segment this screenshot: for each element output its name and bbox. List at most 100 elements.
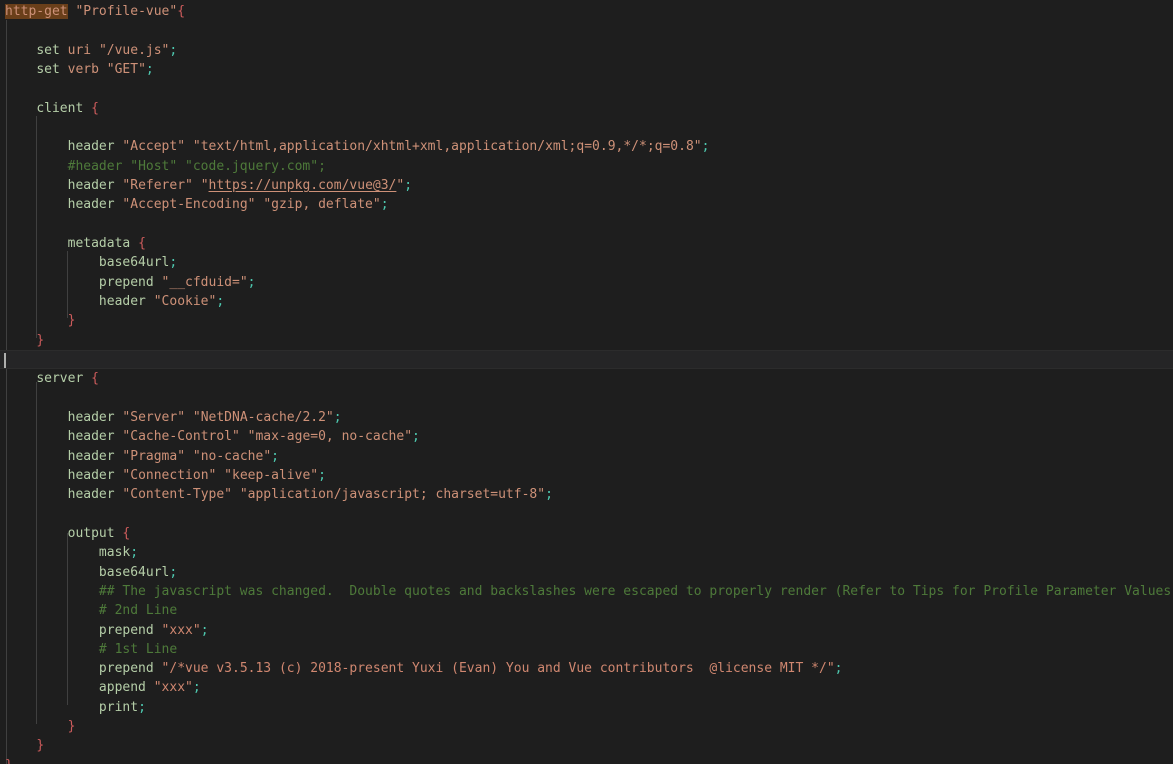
token-comment-1st-line: # 1st Line (98, 641, 178, 657)
code-line[interactable]: } (0, 331, 1173, 350)
code-line-comment[interactable]: # 1st Line (0, 640, 1173, 659)
code-line[interactable]: header "Cache-Control" "max-age=0, no-ca… (0, 427, 1173, 446)
token-header-name: "Accept-Encoding" (122, 197, 256, 213)
token-prepend-value: "__cfduid=" (161, 274, 248, 290)
code-line-blank[interactable] (0, 389, 1173, 408)
code-lines[interactable]: http-get "Profile-vue"{ set uri "/vue.js… (0, 0, 1173, 764)
token-profile-name: "Profile-vue" (75, 4, 178, 19)
code-line-blank[interactable] (0, 21, 1173, 40)
token-header-name: "Connection" (122, 467, 217, 483)
token-header-value: "keep-alive" (224, 467, 319, 483)
code-line[interactable]: server { (0, 369, 1173, 388)
token-comment-note: ## The javascript was changed. Double qu… (98, 583, 1173, 599)
token-header-name: "Server" (122, 409, 186, 425)
code-editor[interactable]: http-get "Profile-vue"{ set uri "/vue.js… (0, 0, 1173, 764)
code-line-blank[interactable] (0, 215, 1173, 234)
code-line[interactable]: } (0, 717, 1173, 736)
token-url-link[interactable]: https://unpkg.com/vue@3/ (209, 178, 397, 193)
code-line[interactable]: output { (0, 524, 1173, 543)
code-line-blank[interactable] (0, 79, 1173, 98)
token-prepend-license-value: "/*vue v3.5.13 (c) 2018-present Yuxi (Ev… (161, 661, 835, 677)
code-line[interactable]: prepend "__cfduid="; (0, 273, 1173, 292)
code-line[interactable]: prepend "/*vue v3.5.13 (c) 2018-present … (0, 659, 1173, 678)
code-line[interactable]: header "Accept" "text/html,application/x… (0, 137, 1173, 156)
token-header: header (98, 293, 146, 309)
token-header: header (67, 197, 115, 213)
token-close-brace: } (67, 719, 76, 735)
token-base64url: base64url (98, 255, 170, 271)
code-line[interactable]: } (0, 736, 1173, 755)
token-header-value: "text/html,application/xhtml+xml,applica… (192, 139, 702, 155)
token-close-brace: } (36, 738, 45, 754)
code-line[interactable]: header "Content-Type" "application/javas… (0, 485, 1173, 504)
code-line[interactable]: base64url; (0, 563, 1173, 582)
code-line[interactable]: client { (0, 99, 1173, 118)
token-metadata-block: metadata (67, 235, 131, 251)
token-header-name: "Pragma" (122, 448, 186, 464)
token-http-get: http-get (5, 4, 68, 19)
code-line[interactable]: header "Connection" "keep-alive"; (0, 466, 1173, 485)
token-header: header (67, 177, 115, 193)
code-line[interactable]: header "Pragma" "no-cache"; (0, 447, 1173, 466)
token-close-brace: } (36, 332, 45, 348)
code-line[interactable]: print; (0, 698, 1173, 717)
code-line-blank[interactable] (0, 118, 1173, 137)
code-line[interactable]: header "Cookie"; (0, 292, 1173, 311)
token-header: header (67, 139, 115, 155)
token-set: set (36, 42, 60, 58)
token-comment: #header "Host" "code.jquery.com"; (67, 158, 326, 174)
code-line-comment[interactable]: # 2nd Line (0, 601, 1173, 620)
token-header-name: "Accept" (122, 139, 186, 155)
token-output-block: output (67, 525, 115, 541)
token-server-block: server (36, 371, 84, 387)
token-print: print (98, 699, 139, 715)
token-header-name: "Content-Type" (122, 487, 232, 503)
code-line[interactable]: append "xxx"; (0, 678, 1173, 697)
token-header-value: "NetDNA-cache/2.2" (192, 409, 334, 425)
token-close-brace: } (67, 313, 76, 329)
token-header: header (67, 409, 115, 425)
token-header: header (67, 467, 115, 483)
code-line-blank[interactable] (0, 505, 1173, 524)
code-line[interactable]: } (0, 756, 1173, 764)
token-base64url: base64url (98, 564, 170, 580)
code-line[interactable]: } (0, 311, 1173, 330)
code-line[interactable]: prepend "xxx"; (0, 621, 1173, 640)
token-header: header (67, 448, 115, 464)
code-line[interactable]: http-get "Profile-vue"{ (0, 2, 1173, 21)
token-header: header (67, 487, 115, 503)
token-verb-value: "GET" (106, 61, 146, 77)
token-prepend-value: "xxx" (161, 622, 201, 638)
code-line[interactable]: header "Server" "NetDNA-cache/2.2"; (0, 408, 1173, 427)
token-prepend: prepend (98, 274, 154, 290)
token-header-value: "application/javascript; charset=utf-8" (239, 487, 546, 503)
token-header: header (67, 429, 115, 445)
code-line[interactable]: header "Referer" "https://unpkg.com/vue@… (0, 176, 1173, 195)
token-uri-value: "/vue.js" (98, 42, 170, 58)
token-header-name: "Cookie" (153, 293, 217, 309)
token-append: append (98, 680, 146, 696)
code-line[interactable]: set verb "GET"; (0, 60, 1173, 79)
code-line-comment[interactable]: #header "Host" "code.jquery.com"; (0, 157, 1173, 176)
code-line[interactable]: mask; (0, 543, 1173, 562)
token-header-name: "Cache-Control" (122, 429, 240, 445)
token-comment-2nd-line: # 2nd Line (98, 603, 178, 619)
code-line-current[interactable] (0, 349, 1173, 370)
code-line[interactable]: header "Accept-Encoding" "gzip, deflate"… (0, 195, 1173, 214)
token-header-name: "Referer" (122, 177, 193, 193)
token-client-block: client (36, 100, 84, 116)
token-verb: verb (67, 61, 99, 77)
token-set: set (36, 61, 60, 77)
token-uri: uri (67, 42, 92, 58)
token-prepend: prepend (98, 661, 154, 677)
token-header-value: "no-cache" (192, 448, 272, 464)
code-line[interactable]: base64url; (0, 253, 1173, 272)
token-close-brace-root: } (5, 758, 13, 764)
code-line[interactable]: metadata { (0, 234, 1173, 253)
token-mask: mask (98, 545, 131, 561)
token-header-value: "gzip, deflate" (263, 197, 381, 213)
code-line-comment[interactable]: ## The javascript was changed. Double qu… (0, 582, 1173, 601)
code-line[interactable]: set uri "/vue.js"; (0, 41, 1173, 60)
token-prepend: prepend (98, 622, 154, 638)
token-open-brace: { (177, 4, 186, 19)
